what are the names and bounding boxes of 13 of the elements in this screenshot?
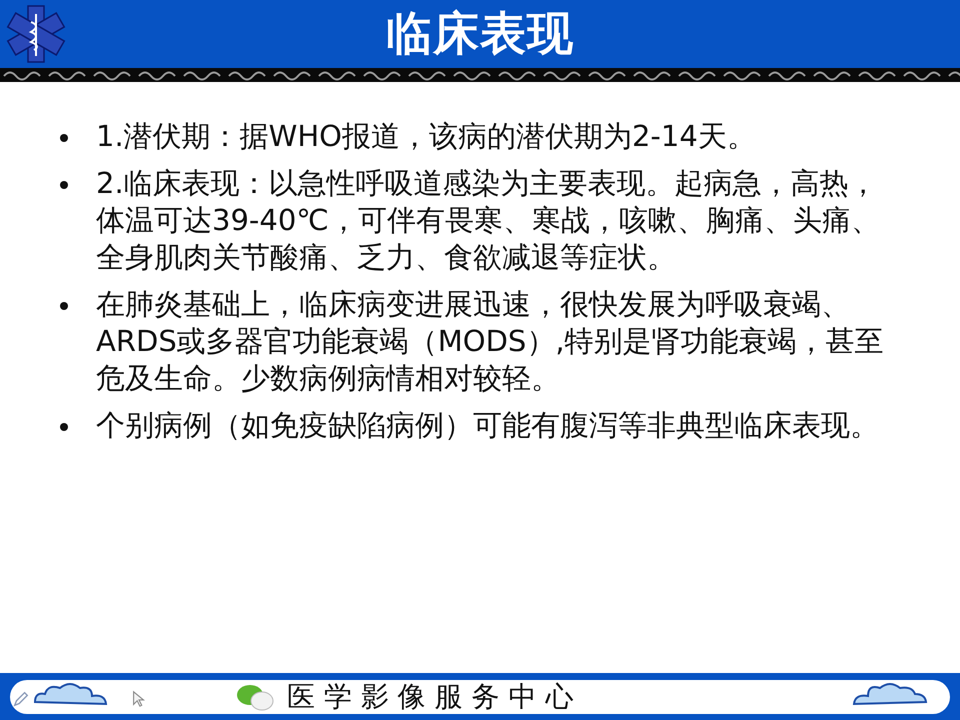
footer-text: 医 学 影 像 服 务 中 心: [287, 678, 574, 714]
slide-title: 临床表现: [386, 5, 574, 62]
bullet-text: 1.潜伏期：据WHO报道，该病的潜伏期为2-14天。: [96, 118, 757, 155]
bullet-icon: [60, 181, 68, 189]
bullet-text: 个别病例（如免疫缺陷病例）可能有腹泻等非典型临床表现。: [96, 407, 880, 444]
bullet-icon: [60, 423, 68, 431]
bullet-icon: [60, 134, 68, 142]
medical-star-icon: [6, 4, 66, 64]
bullet-text: 在肺炎基础上，临床病变进展迅速，很快发展为呼吸衰竭、ARDS或多器官功能衰竭（MODS）,特别是肾功能衰竭，甚至危及生命。少数病例病情相对较轻。: [96, 286, 885, 397]
pointer-icon[interactable]: [130, 690, 148, 708]
bullet-text: 2.临床表现：以急性呼吸道感染为主要表现。起病急，高热，体温可达39-40℃，可伴有畏寒、寒战，咳嗽、胸痛、头痛、全身肌肉关节酸痛、乏力、食欲减退等症状。: [96, 165, 881, 276]
bullet-icon: [60, 302, 68, 310]
pen-icon[interactable]: [12, 690, 30, 708]
